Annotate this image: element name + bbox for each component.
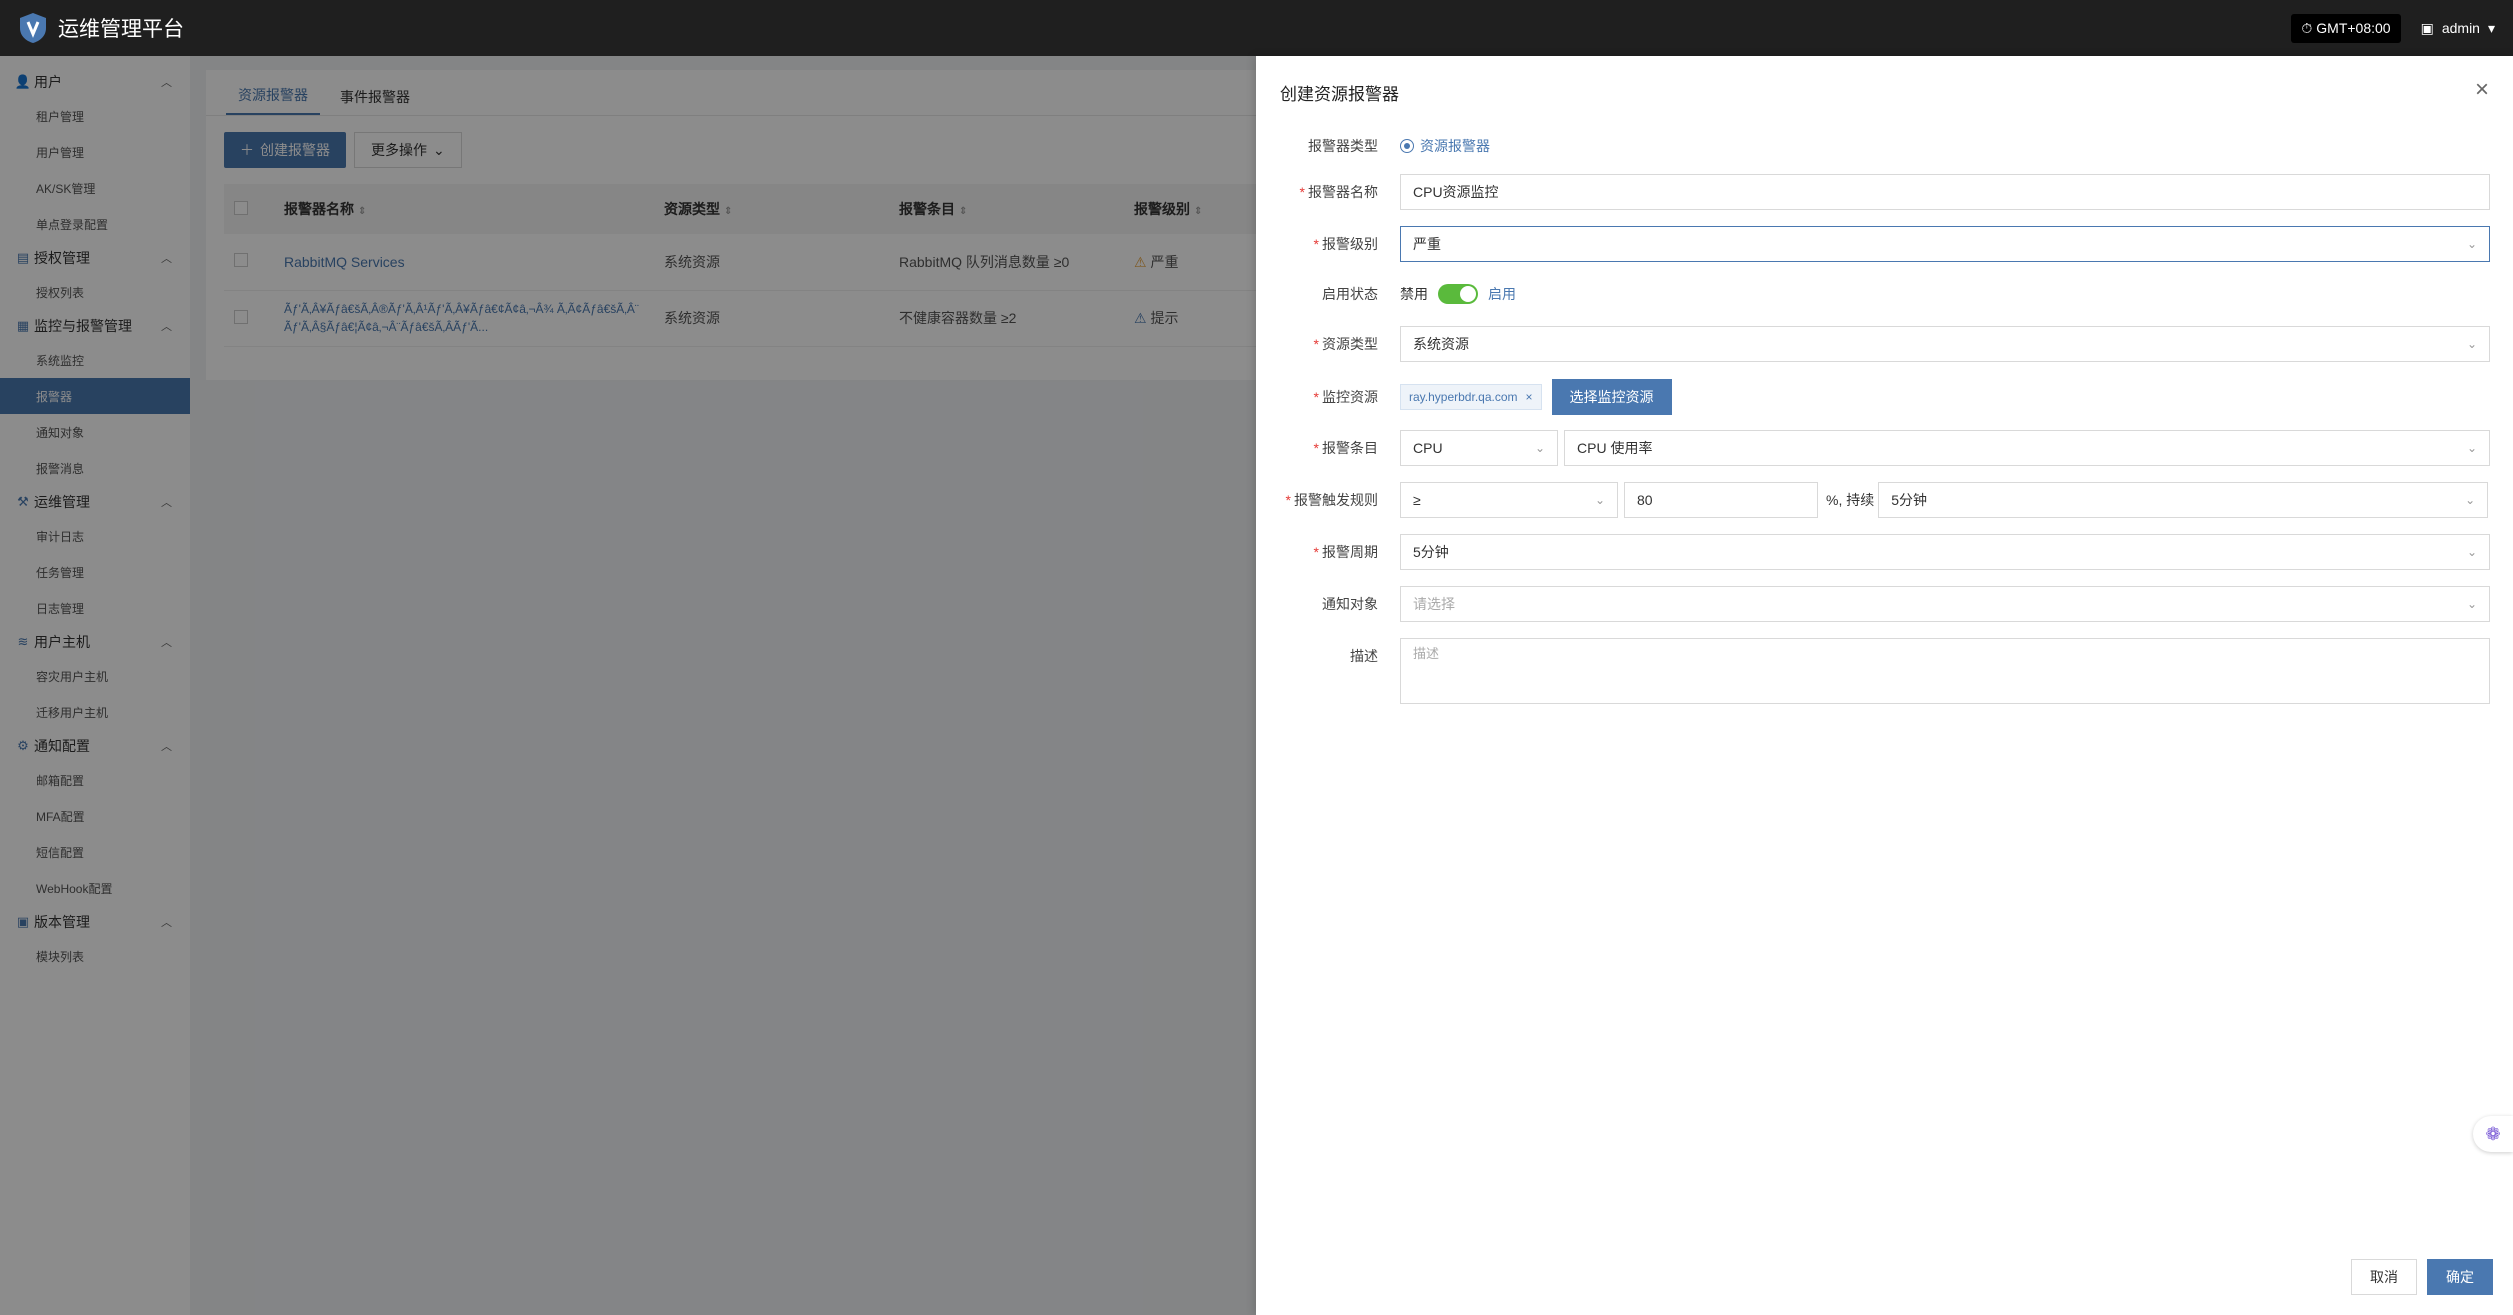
rule-dur-value: 5分钟 [1891, 492, 1928, 508]
period-label: 报警周期 [1322, 544, 1378, 560]
level-select[interactable]: 严重 ⌄ [1400, 226, 2490, 262]
field-monitor-resource: * 监控资源 ray.hyperbdr.qa.com × 选择监控资源 [1256, 378, 1672, 416]
create-alarm-drawer: 创建资源报警器 × 报警器类型 资源报警器 * 报警器名称 CPU资源监控 * 报警… [1256, 56, 2513, 1315]
timezone-badge[interactable]: ⏱ GMT+08:00 [2291, 13, 2401, 43]
field-label: * 监控资源 [1313, 389, 1378, 405]
field-alarm-period: * 报警周期 5分钟 ⌄ [1256, 534, 2490, 570]
status-on-label: 启用 [1488, 286, 1516, 302]
item-category-select[interactable]: CPU ⌄ [1400, 430, 1558, 466]
shield-logo-icon [20, 13, 46, 43]
drawer-title: 创建资源报警器 [1280, 85, 1399, 104]
resource-type-select[interactable]: 系统资源 ⌄ [1400, 326, 2490, 362]
rule-duration-select[interactable]: 5分钟 ⌄ [1878, 482, 2489, 518]
level-value: 严重 [1413, 236, 1441, 252]
res-type-value: 系统资源 [1413, 336, 1469, 352]
res-type-label: 资源类型 [1322, 336, 1378, 352]
chevron-down-icon: ⌄ [1594, 493, 1605, 507]
logo[interactable]: 运维管理平台 [16, 11, 184, 45]
chevron-down-icon: ⌄ [2466, 545, 2477, 559]
field-status: 启用状态 禁用 启用 [1256, 278, 1516, 310]
item-label: 报警条目 [1322, 440, 1378, 456]
notify-placeholder: 请选择 [1413, 596, 1455, 612]
chevron-down-icon: ⌄ [2466, 441, 2477, 455]
rule-op-value: ≥ [1413, 492, 1421, 508]
select-resource-button[interactable]: 选择监控资源 [1551, 379, 1672, 415]
app-title: 运维管理平台 [58, 18, 184, 41]
avatar-icon: ▣ [2420, 19, 2434, 36]
field-label: * 报警级别 [1313, 236, 1378, 252]
field-label: * 报警周期 [1313, 544, 1378, 560]
user-menu[interactable]: ▣ admin ▾ [2421, 20, 2495, 37]
period-select[interactable]: 5分钟 ⌄ [1400, 534, 2490, 570]
item-cat-value: CPU [1413, 440, 1443, 456]
item-metric-select[interactable]: CPU 使用率 ⌄ [1564, 430, 2490, 466]
item-metric-value: CPU 使用率 [1577, 440, 1653, 456]
field-label: 启用状态 [1322, 286, 1378, 302]
assistant-icon: ❁ [2485, 1123, 2501, 1144]
assistant-float-icon[interactable]: ❁ [2473, 1116, 2513, 1152]
field-label: 报警器类型 [1308, 138, 1378, 154]
field-label: 通知对象 [1322, 596, 1378, 612]
field-alarm-name: * 报警器名称 CPU资源监控 [1256, 174, 2490, 210]
close-icon[interactable]: × [1526, 390, 1533, 404]
resource-tag-text: ray.hyperbdr.qa.com [1409, 390, 1518, 404]
field-alarm-level: * 报警级别 严重 ⌄ [1256, 226, 2490, 262]
name-input[interactable]: CPU资源监控 [1400, 174, 2490, 210]
chevron-down-icon: ⌄ [2465, 493, 2476, 507]
chevron-down-icon: ⌄ [1534, 441, 1545, 455]
field-trigger-rule: * 报警触发规则 ≥ ⌄ 80 %, 持续 5分钟 ⌄ [1256, 482, 2489, 518]
type-radio-label: 资源报警器 [1420, 138, 1490, 154]
field-resource-type: * 资源类型 系统资源 ⌄ [1256, 326, 2490, 362]
clock-icon: ⏱ [2301, 19, 2313, 36]
name-label: 报警器名称 [1308, 184, 1378, 200]
field-label: * 报警触发规则 [1285, 492, 1378, 508]
timezone-text: GMT+08:00 [2316, 20, 2391, 36]
resource-tag: ray.hyperbdr.qa.com × [1400, 384, 1542, 410]
level-label: 报警级别 [1322, 236, 1378, 252]
res-label: 监控资源 [1322, 389, 1378, 405]
field-label: * 报警条目 [1313, 440, 1378, 456]
radio-icon[interactable] [1400, 139, 1414, 153]
chevron-down-icon: ⌄ [2466, 237, 2477, 251]
field-notify-target: 通知对象 请选择 ⌄ [1256, 586, 2490, 622]
type-radio[interactable]: 资源报警器 [1400, 136, 1490, 156]
description-textarea[interactable]: 描述 [1400, 638, 2490, 704]
rule-unit-text: %, 持续 [1826, 492, 1875, 508]
top-header: 运维管理平台 ⏱ GMT+08:00 ▣ admin ▾ [0, 0, 2513, 56]
rule-operator-select[interactable]: ≥ ⌄ [1400, 482, 1618, 518]
chevron-down-icon: ⌄ [2466, 337, 2477, 351]
cancel-button[interactable]: 取消 [2351, 1259, 2417, 1295]
field-description: 描述 描述 [1256, 638, 2490, 704]
close-icon[interactable]: × [2475, 76, 2489, 104]
rule-value-input[interactable]: 80 [1624, 482, 1818, 518]
status-off-label: 禁用 [1400, 286, 1428, 302]
caret-down-icon: ▾ [2487, 19, 2495, 36]
user-name: admin [2441, 20, 2480, 36]
status-toggle[interactable] [1438, 284, 1478, 304]
period-value: 5分钟 [1413, 544, 1449, 560]
confirm-button[interactable]: 确定 [2427, 1259, 2493, 1295]
field-alarm-type: 报警器类型 资源报警器 [1256, 132, 1490, 160]
field-label: * 资源类型 [1313, 336, 1378, 352]
rule-label: 报警触发规则 [1294, 492, 1378, 508]
notify-select[interactable]: 请选择 ⌄ [1400, 586, 2490, 622]
drawer-footer: 取消 确定 [2351, 1259, 2493, 1295]
chevron-down-icon: ⌄ [2466, 597, 2477, 611]
field-label: 描述 [1350, 648, 1378, 664]
field-alarm-item: * 报警条目 CPU ⌄ CPU 使用率 ⌄ [1256, 430, 2490, 466]
modal-overlay[interactable] [0, 56, 1256, 1315]
field-label: * 报警器名称 [1299, 184, 1378, 200]
